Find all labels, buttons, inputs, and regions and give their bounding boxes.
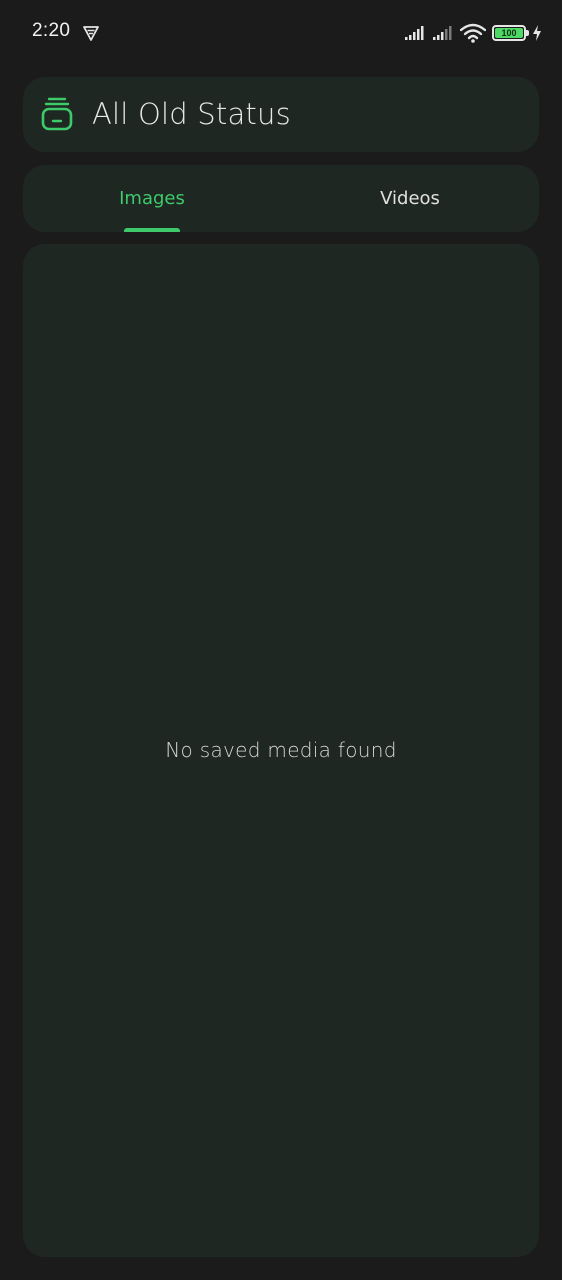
media-list[interactable]: No saved media found xyxy=(23,244,539,1257)
vpn-icon xyxy=(83,26,99,41)
tab-indicator xyxy=(124,228,180,232)
app-screen: 2:20 100 All Old Status Images Videos No… xyxy=(0,0,562,1280)
wifi-icon xyxy=(460,23,486,43)
signal-icon xyxy=(433,26,452,40)
charging-icon xyxy=(533,25,541,41)
status-time: 2:20 xyxy=(32,20,71,41)
signal-icon xyxy=(405,26,424,40)
app-title: All Old Status xyxy=(92,97,291,131)
inbox-tray-icon xyxy=(41,97,73,131)
app-header: All Old Status xyxy=(23,77,539,152)
battery-icon: 100 xyxy=(492,25,529,41)
empty-state-message: No saved media found xyxy=(165,738,397,762)
tab-images[interactable]: Images xyxy=(23,165,281,232)
tab-bar: Images Videos xyxy=(23,165,539,232)
battery-nub xyxy=(526,30,529,36)
battery-level: 100 xyxy=(495,28,523,38)
status-bar: 2:20 100 xyxy=(0,0,562,66)
status-icons: 100 xyxy=(404,22,542,44)
tab-videos[interactable]: Videos xyxy=(281,165,539,232)
